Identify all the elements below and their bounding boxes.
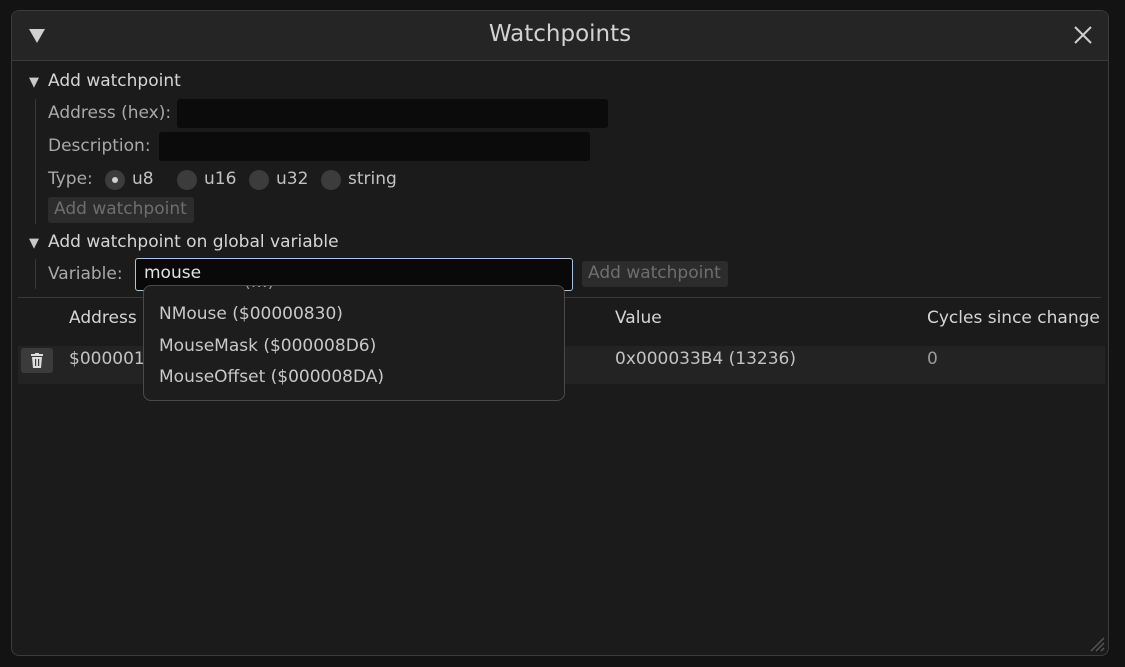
radio-u16[interactable]: [177, 170, 197, 190]
autocomplete-item[interactable]: MouseOffset ($000008DA): [159, 367, 384, 387]
description-input[interactable]: [159, 132, 590, 161]
add-watchpoint-header[interactable]: Add watchpoint: [48, 71, 181, 91]
cell-value: 0x000033B4 (13236): [615, 349, 796, 369]
type-label: Type:: [48, 169, 93, 189]
radio-u8[interactable]: [105, 170, 125, 190]
expand-triangle-icon[interactable]: ▼: [29, 75, 39, 90]
close-icon[interactable]: [1073, 25, 1093, 49]
cell-cycles: 0: [927, 349, 938, 369]
address-label: Address (hex):: [48, 103, 172, 123]
column-header-address: Address: [69, 308, 137, 328]
window-title: Watchpoints: [488, 21, 632, 47]
delete-watchpoint-button[interactable]: [21, 348, 53, 373]
address-input[interactable]: [177, 99, 608, 128]
expand-triangle-icon[interactable]: ▼: [29, 236, 39, 251]
variable-input-value: mouse: [144, 263, 202, 283]
autocomplete-item[interactable]: NMouse ($00000830): [159, 304, 343, 324]
trash-icon: [31, 353, 43, 368]
resize-grip-icon[interactable]: [1089, 636, 1117, 659]
add-global-watchpoint-button[interactable]: Add watchpoint: [582, 261, 728, 287]
autocomplete-popup: (…) NMouse ($00000830) MouseMask ($00000…: [143, 285, 565, 401]
title-bar[interactable]: Watchpoints: [12, 11, 1108, 61]
radio-u16-label[interactable]: u16: [204, 169, 236, 189]
column-header-cycles: Cycles since change: [927, 308, 1100, 328]
radio-u32-label[interactable]: u32: [276, 169, 308, 189]
radio-string-label[interactable]: string: [348, 169, 397, 189]
autocomplete-partial-item[interactable]: (…): [244, 286, 274, 292]
variable-label: Variable:: [48, 264, 123, 284]
autocomplete-item[interactable]: MouseMask ($000008D6): [159, 336, 376, 356]
global-watchpoint-header[interactable]: Add watchpoint on global variable: [48, 232, 339, 252]
add-watchpoint-button[interactable]: Add watchpoint: [48, 197, 194, 223]
radio-string[interactable]: [321, 170, 341, 190]
radio-u32[interactable]: [249, 170, 269, 190]
column-header-value: Value: [615, 308, 662, 328]
section-indent-line: [35, 259, 36, 289]
cell-address: $000001: [69, 349, 145, 369]
radio-u8-label[interactable]: u8: [132, 169, 154, 189]
description-label: Description:: [48, 136, 151, 156]
section-indent-line: [35, 99, 36, 224]
